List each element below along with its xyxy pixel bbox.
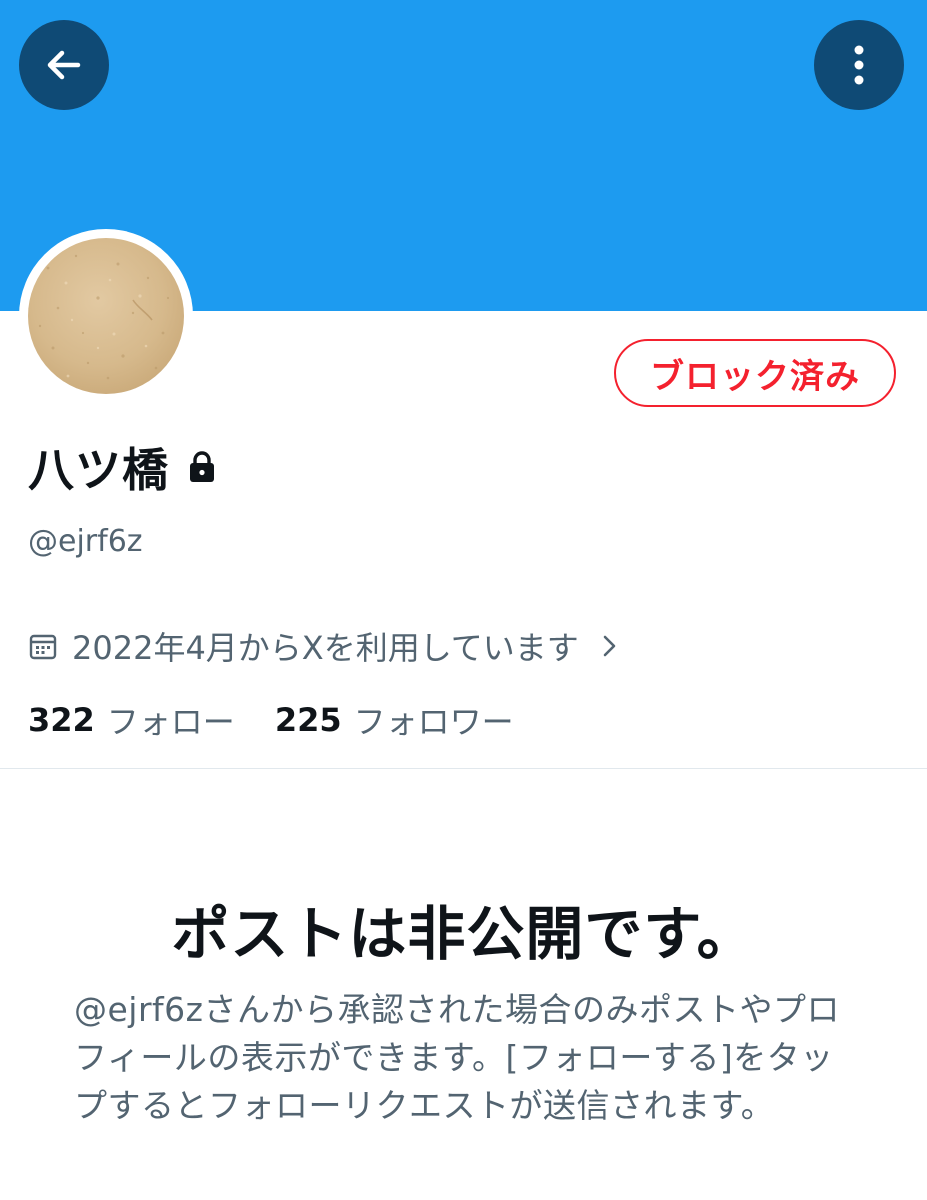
- followers-count: 225: [274, 701, 342, 739]
- joined-date-text: 2022年4月からXを利用しています: [72, 629, 579, 667]
- arrow-left-icon: [42, 43, 86, 87]
- display-name: 八ツ橋: [28, 443, 169, 497]
- followers-link[interactable]: 225 フォロワー: [275, 697, 514, 743]
- joined-date-row[interactable]: 2022年4月からXを利用しています: [28, 624, 619, 668]
- lock-icon: [187, 450, 217, 484]
- back-button[interactable]: [19, 20, 109, 110]
- calendar-icon: [28, 631, 58, 661]
- following-label: フォロー: [106, 703, 235, 741]
- more-vertical-icon: [853, 43, 865, 87]
- chevron-right-icon: [601, 631, 619, 661]
- display-name-row: 八ツ橋: [28, 437, 217, 497]
- blocked-button[interactable]: ブロック済み: [614, 339, 896, 407]
- following-count: 322: [28, 701, 95, 739]
- follow-stats: 322 フォロー 225 フォロワー: [28, 697, 514, 743]
- following-link[interactable]: 322 フォロー: [28, 697, 235, 743]
- handle: @ejrf6z: [28, 524, 143, 559]
- more-options-button[interactable]: [814, 20, 904, 110]
- avatar-ring: [19, 229, 193, 403]
- divider: [0, 768, 927, 769]
- avatar[interactable]: [28, 238, 184, 394]
- followers-label: フォロワー: [353, 703, 514, 741]
- profile-page: ブロック済み 八ツ橋 @ejrf6z 2022年4月からXを利用しています 32…: [0, 0, 927, 1200]
- protected-posts-title: ポストは非公開です。: [171, 900, 756, 968]
- protected-posts-description: @ejrf6zさんから承認された場合のみポストやプロフィールの表示ができます。[…: [74, 990, 840, 1125]
